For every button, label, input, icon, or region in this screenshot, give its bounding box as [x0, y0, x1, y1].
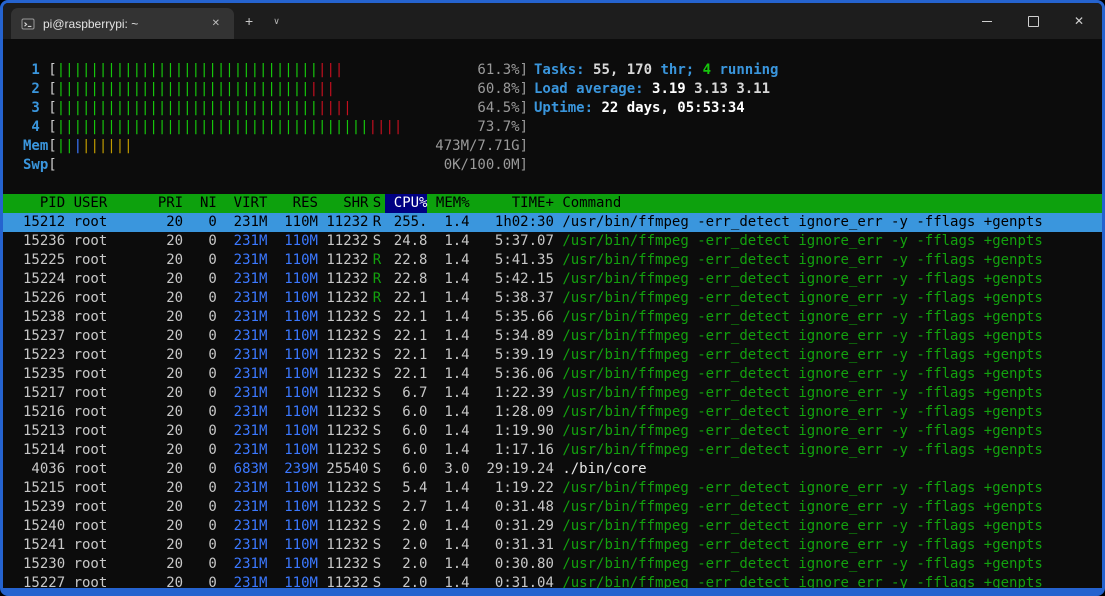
meter-bars — [57, 156, 444, 175]
summary-line-2: Uptime: 22 days, 05:53:34 — [534, 99, 778, 118]
process-row-15240[interactable]: 15240root200231M110M11232S2.01.40:31.29/… — [3, 517, 1102, 536]
process-row-15225[interactable]: 15225root200231M110M11232R22.81.45:41.35… — [3, 251, 1102, 270]
process-row-15216[interactable]: 15216root200231M110M11232S6.01.41:28.09/… — [3, 403, 1102, 422]
meter-mem: Mem[|||||||||473M/7.71G] — [3, 137, 528, 156]
terminal-window: pi@raspberrypi: ~ ✕ + ∨ ✕ 1[||||||||||||… — [0, 0, 1105, 596]
process-row-4036[interactable]: 4036root200683M239M25540S6.03.029:19.24.… — [3, 460, 1102, 479]
minimize-icon — [982, 21, 992, 22]
terminal[interactable]: 1[||||||||||||||||||||||||||||||||||61.3… — [3, 39, 1102, 588]
process-row-15235[interactable]: 15235root200231M110M11232S22.11.45:36.06… — [3, 365, 1102, 384]
process-row-15241[interactable]: 15241root200231M110M11232S2.01.40:31.31/… — [3, 536, 1102, 555]
column-header-pri[interactable]: PRI — [149, 194, 183, 213]
process-row-15237[interactable]: 15237root200231M110M11232S22.11.45:34.89… — [3, 327, 1102, 346]
meter-swp: Swp[0K/100.0M] — [3, 156, 528, 175]
process-row-15230[interactable]: 15230root200231M110M11232S2.01.40:30.80/… — [3, 555, 1102, 574]
process-row-15236[interactable]: 15236root200231M110M11232S24.81.45:37.07… — [3, 232, 1102, 251]
process-row-15224[interactable]: 15224root200231M110M11232R22.81.45:42.15… — [3, 270, 1102, 289]
summary-line-0: Tasks: 55, 170 thr; 4 running — [534, 61, 778, 80]
meter-bars: ||||||||||||||||||||||||||||||||||||||||… — [57, 118, 478, 137]
table-header: PID USERPRINIVIRTRESSHRSCPU%MEM%TIME+ Comm… — [3, 194, 1102, 213]
process-row-15213[interactable]: 15213root200231M110M11232S6.01.41:19.90/… — [3, 422, 1102, 441]
blank-line — [3, 175, 1102, 194]
column-header-virt[interactable]: VIRT — [217, 194, 268, 213]
summary-block: Tasks: 55, 170 thr; 4 runningLoad averag… — [534, 61, 778, 175]
column-header-res[interactable]: RES — [267, 194, 318, 213]
process-row-15214[interactable]: 15214root200231M110M11232S6.01.41:17.16/… — [3, 441, 1102, 460]
maximize-icon — [1028, 16, 1039, 27]
column-header-cmd[interactable]: Command — [562, 194, 1102, 213]
tab-dropdown-icon[interactable]: ∨ — [264, 14, 289, 29]
meter-3: 3[|||||||||||||||||||||||||||||||||||64.… — [3, 99, 528, 118]
meter-bars: |||||||||||||||||||||||||||||||||| — [57, 61, 478, 80]
meter-block: 1[||||||||||||||||||||||||||||||||||61.3… — [3, 61, 508, 175]
process-row-15212[interactable]: 15212root200231M110M11232R255.1.41h02:30… — [3, 213, 1102, 232]
process-row-15217[interactable]: 15217root200231M110M11232S6.71.41:22.39/… — [3, 384, 1102, 403]
process-row-15223[interactable]: 15223root200231M110M11232S22.11.45:39.19… — [3, 346, 1102, 365]
meter-bars: ||||||||| — [57, 137, 436, 156]
column-header-pid[interactable]: PID — [23, 194, 65, 213]
tab-title: pi@raspberrypi: ~ — [43, 17, 206, 31]
process-row-15227[interactable]: 15227root200231M110M11232S2.01.40:31.04/… — [3, 574, 1102, 588]
summary-line-1: Load average: 3.19 3.13 3.11 — [534, 80, 778, 99]
meter-1: 1[||||||||||||||||||||||||||||||||||61.3… — [3, 61, 528, 80]
process-row-15226[interactable]: 15226root200231M110M11232R22.11.45:38.37… — [3, 289, 1102, 308]
process-row-15239[interactable]: 15239root200231M110M11232S2.71.40:31.48/… — [3, 498, 1102, 517]
process-row-15215[interactable]: 15215root200231M110M11232S5.41.41:19.22/… — [3, 479, 1102, 498]
htop-header-area: 1[||||||||||||||||||||||||||||||||||61.3… — [3, 61, 1102, 175]
terminal-icon — [21, 17, 35, 31]
meter-bars: ||||||||||||||||||||||||||||||||| — [57, 80, 478, 99]
tab-close-icon[interactable]: ✕ — [206, 16, 226, 31]
column-header-ni[interactable]: NI — [183, 194, 217, 213]
window-controls: ✕ — [964, 3, 1102, 39]
minimize-button[interactable] — [964, 3, 1010, 39]
tab-active[interactable]: pi@raspberrypi: ~ ✕ — [11, 8, 234, 39]
new-tab-button[interactable]: + — [236, 11, 262, 31]
maximize-button[interactable] — [1010, 3, 1056, 39]
column-header-shr[interactable]: SHR — [318, 194, 369, 213]
column-header-s[interactable]: S — [369, 194, 386, 213]
meter-2: 2[|||||||||||||||||||||||||||||||||60.8%… — [3, 80, 528, 99]
process-rows: 15212root200231M110M11232R255.1.41h02:30… — [3, 213, 1102, 588]
column-header-mem[interactable]: MEM% — [427, 194, 469, 213]
close-button[interactable]: ✕ — [1056, 3, 1102, 39]
meter-bars: ||||||||||||||||||||||||||||||||||| — [57, 99, 478, 118]
column-header-cpu[interactable]: CPU% — [385, 194, 427, 213]
titlebar[interactable]: pi@raspberrypi: ~ ✕ + ∨ ✕ — [3, 3, 1102, 39]
column-header-user[interactable]: USER — [74, 194, 150, 213]
process-row-15238[interactable]: 15238root200231M110M11232S22.11.45:35.66… — [3, 308, 1102, 327]
column-header-time[interactable]: TIME+ — [470, 194, 554, 213]
meter-4: 4[||||||||||||||||||||||||||||||||||||||… — [3, 118, 528, 137]
